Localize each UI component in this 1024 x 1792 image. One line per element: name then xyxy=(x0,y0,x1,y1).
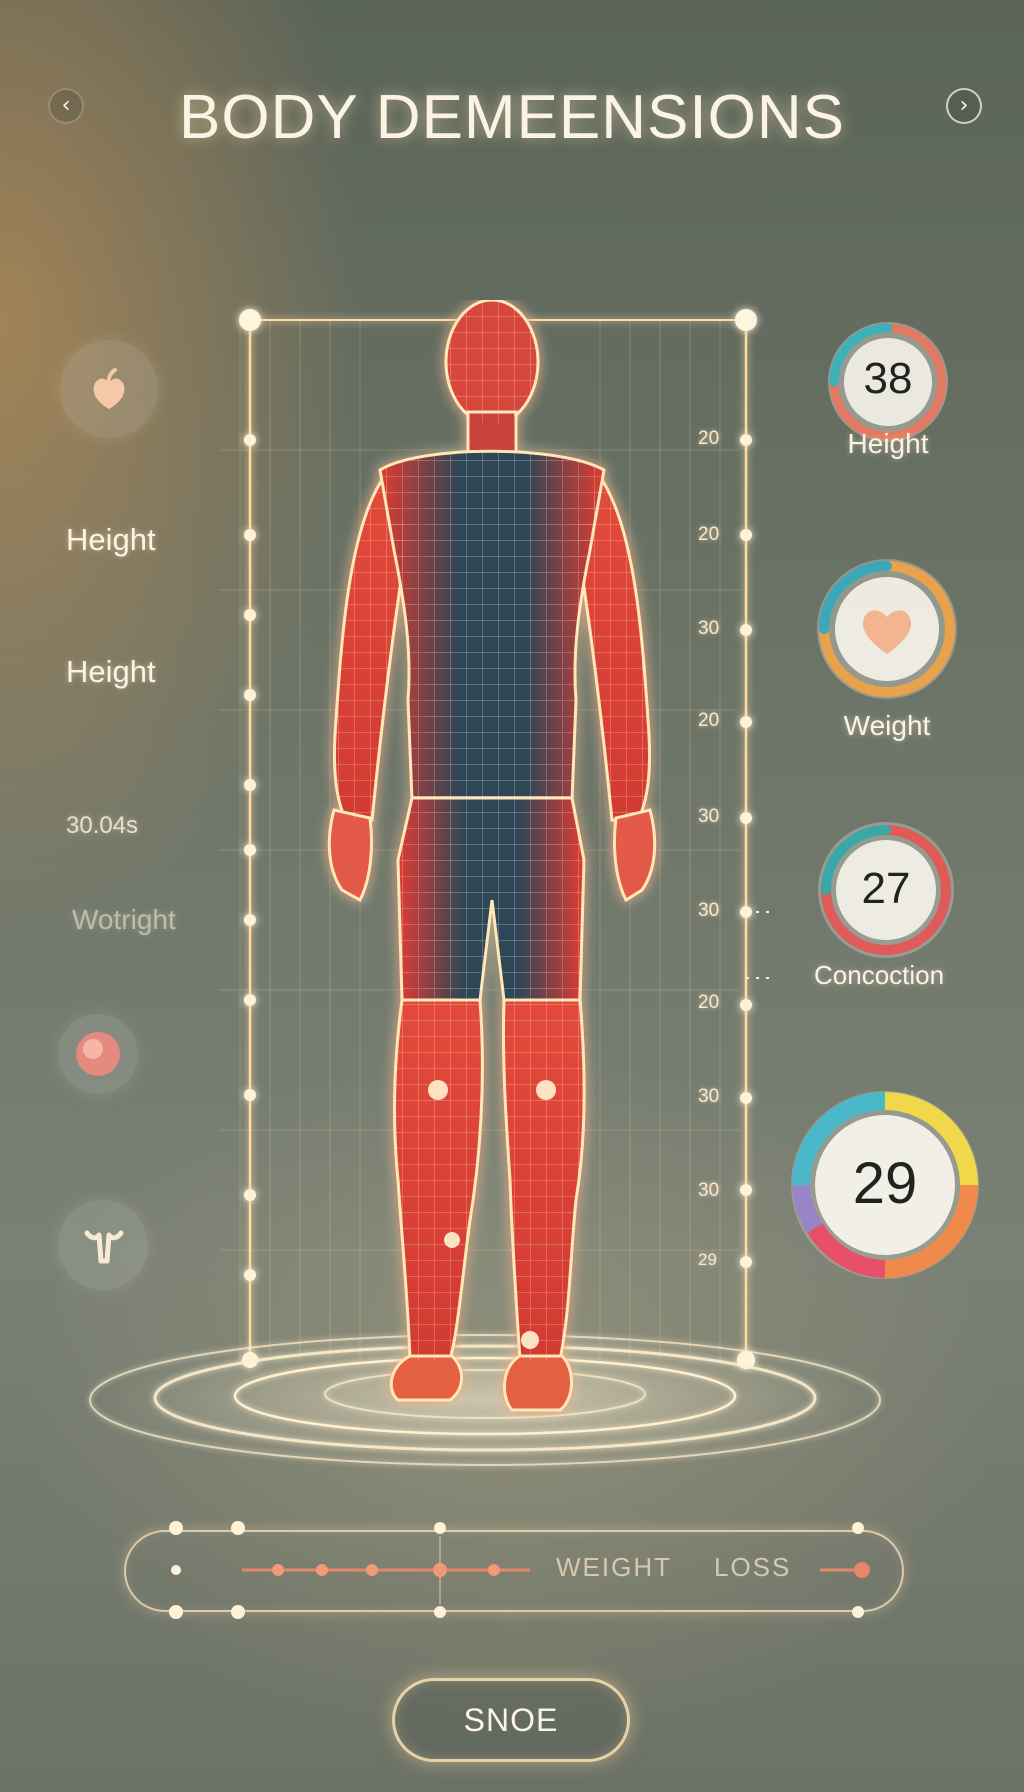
sidebar-item-tool[interactable] xyxy=(58,1200,148,1290)
concoction-gauge-label: Concoction xyxy=(814,960,945,990)
scale-tick-label: 30 xyxy=(698,1086,720,1107)
sidebar-item-leaf[interactable] xyxy=(60,340,158,438)
concoction-gauge-value: 27 xyxy=(861,864,911,913)
forward-button[interactable]: › xyxy=(946,88,982,124)
gauge-ring xyxy=(817,559,957,699)
scale-tick-label: 20 xyxy=(698,992,720,1013)
height-gauge-value: 38 xyxy=(863,354,913,403)
primary-action-button[interactable]: SNOE xyxy=(392,1678,630,1762)
tool-icon xyxy=(84,1230,124,1264)
scale-tick-label: 30 xyxy=(698,618,720,639)
leaf-icon xyxy=(93,368,125,409)
scale-tick-label: 30 xyxy=(698,806,720,827)
weight-gauge-label: Weight xyxy=(843,710,931,741)
scale-tick-label: 29 xyxy=(698,1250,717,1269)
body-figure xyxy=(327,300,657,1412)
slider-label-weight: WEIGHT xyxy=(556,1552,672,1582)
chevron-right-icon: › xyxy=(959,93,969,118)
sidebar-label-weight: Wotright xyxy=(72,904,176,935)
scale-tick-label: 30 xyxy=(698,900,720,921)
scale-tick-label: 20 xyxy=(698,524,720,545)
page-title: BODY DEMEENSIONS xyxy=(178,83,845,152)
sidebar-label-height: Height xyxy=(66,522,156,557)
sidebar-value: 30.04s xyxy=(66,812,139,839)
scale-tick-label: 20 xyxy=(698,428,720,449)
scale-tick-label: 20 xyxy=(698,710,720,731)
circle-dot-icon xyxy=(76,1032,120,1076)
sidebar-label-height-secondary: Height xyxy=(66,654,156,689)
slider-label-loss: LOSS xyxy=(714,1552,792,1582)
sidebar-item-dot[interactable] xyxy=(58,1014,138,1094)
height-gauge-label: Height xyxy=(847,428,929,459)
scale-tick-label: 30 xyxy=(698,1180,720,1201)
concoction-gauge[interactable]: 27 xyxy=(814,818,958,962)
score-gauge-value: 29 xyxy=(852,1151,918,1216)
score-gauge[interactable]: 29 xyxy=(788,1088,982,1282)
weight-gauge[interactable] xyxy=(812,554,962,704)
